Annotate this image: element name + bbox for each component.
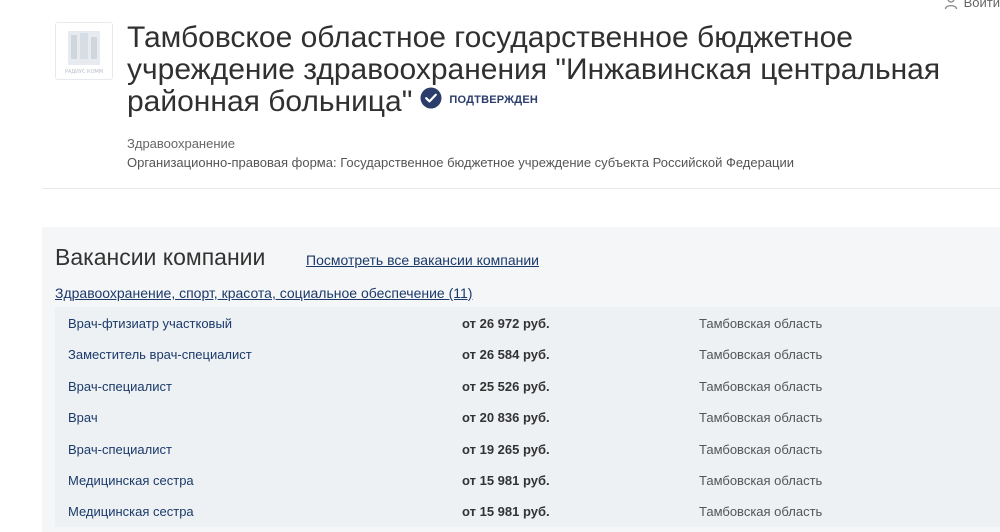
vacancy-category-link[interactable]: Здравоохранение, спорт, красота, социаль… [55, 285, 472, 301]
divider [42, 188, 1000, 189]
vacancy-row[interactable]: Медицинская сестра от 15 981 руб. Тамбов… [55, 495, 1000, 526]
verified-check-icon [420, 84, 442, 116]
vacancy-name[interactable]: Медицинская сестра [68, 504, 194, 519]
vacancy-salary: от 26 584 руб. [462, 347, 550, 363]
verified-badge: ПОДТВЕРЖДЕН [420, 84, 538, 116]
vacancy-region: Тамбовская область [699, 410, 823, 426]
vacancy-region: Тамбовская область [699, 347, 823, 363]
verified-label: ПОДТВЕРЖДЕН [449, 94, 539, 107]
login-label: Войти [963, 0, 1000, 10]
company-title: Тамбовское областное государственное бюд… [127, 22, 987, 119]
user-icon [944, 0, 958, 9]
vacancy-row[interactable]: Заместитель врач-специалист от 26 584 ру… [55, 338, 1000, 369]
vacancy-row[interactable]: Врач-специалист от 25 526 руб. Тамбовска… [55, 370, 1000, 401]
vacancy-name[interactable]: Врач [68, 410, 98, 425]
company-legal-form: Организационно-правовая форма: Государст… [127, 155, 795, 170]
vacancy-salary: от 15 981 руб. [462, 504, 550, 520]
vacancy-name[interactable]: Врач-специалист [68, 442, 172, 457]
all-vacancies-link[interactable]: Посмотреть все вакансии компании [306, 252, 539, 268]
vacancy-region: Тамбовская область [699, 472, 823, 488]
vacancy-salary: от 20 836 руб. [462, 410, 550, 426]
login-button[interactable]: Войти [944, 0, 1000, 10]
vacancy-row[interactable]: Врач-фтизиатр участковый от 26 972 руб. … [55, 307, 1000, 338]
company-industry: Здравоохранение [127, 136, 236, 151]
svg-text:РАДИУС КОММ: РАДИУС КОММ [65, 69, 103, 75]
vacancy-region: Тамбовская область [699, 378, 823, 394]
vacancy-row[interactable]: Врач от 20 836 руб. Тамбовская область [55, 401, 1000, 432]
vacancy-salary: от 26 972 руб. [462, 316, 550, 331]
vacancy-row[interactable]: Медицинская сестра от 15 981 руб. Тамбов… [55, 464, 1000, 495]
vacancy-region: Тамбовская область [699, 504, 823, 520]
vacancy-row[interactable]: Врач-специалист от 19 265 руб. Тамбовска… [55, 433, 1000, 464]
vacancies-table: Врач-фтизиатр участковый от 26 972 руб. … [55, 307, 1000, 527]
vacancy-name[interactable]: Медицинская сестра [68, 473, 194, 488]
vacancy-region: Тамбовская область [699, 441, 823, 457]
vacancy-salary: от 25 526 руб. [462, 378, 550, 394]
vacancy-salary: от 19 265 руб. [462, 441, 550, 457]
vacancy-name[interactable]: Врач-специалист [68, 379, 172, 394]
vacancy-region: Тамбовская область [699, 316, 823, 331]
vacancy-salary: от 15 981 руб. [462, 472, 550, 488]
vacancies-title: Вакансии компании [55, 244, 266, 270]
vacancy-name[interactable]: Заместитель врач-специалист [68, 347, 252, 362]
vacancy-name[interactable]: Врач-фтизиатр участковый [68, 316, 232, 331]
company-logo: РАДИУС КОММ [55, 22, 113, 80]
